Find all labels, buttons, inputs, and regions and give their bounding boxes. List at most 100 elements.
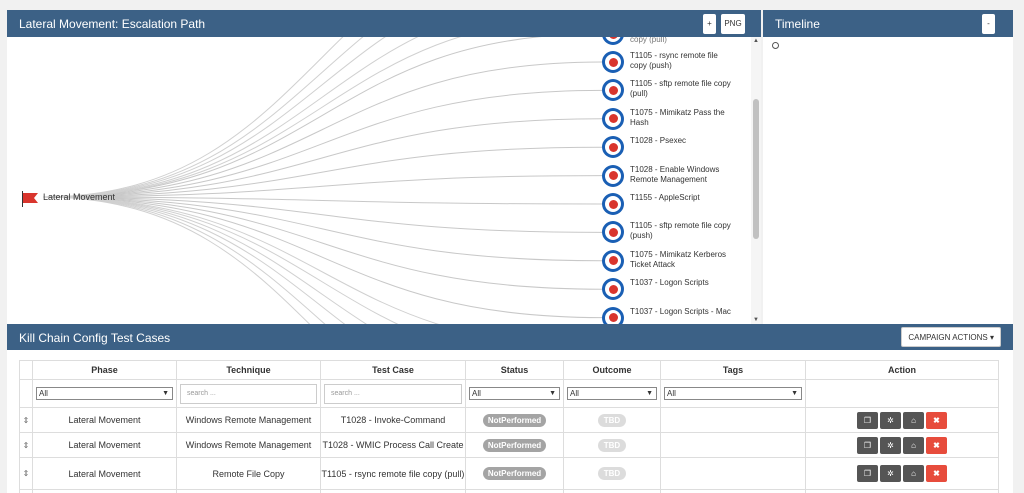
technique-label: T1075 - Mimikatz Pass the Hash — [630, 107, 725, 127]
flag-icon — [22, 191, 38, 207]
cell-technique: Windows Remote Management — [176, 432, 321, 458]
graph-scrollbar[interactable]: ▲ ▼ — [751, 37, 761, 324]
gear-icon: ✲ — [887, 440, 894, 450]
technique-label: T1037 - Logon Scripts - Mac — [630, 306, 731, 316]
graph-edge — [42, 37, 386, 198]
technique-label: T1028 - Enable Windows Remote Management — [630, 164, 720, 184]
drag-handle-icon[interactable] — [19, 489, 33, 493]
technique-label: copy (pull) — [630, 37, 667, 44]
caret-down-icon: ▾ — [989, 333, 994, 342]
delete-button[interactable]: ✖ — [926, 436, 947, 454]
technique-label: T1105 - rsync remote file copy (push) — [630, 51, 718, 70]
column-test-case[interactable]: Test Case — [320, 360, 466, 380]
cell-test-case[interactable]: T1105 - rsync remote file copy (pull) — [320, 457, 466, 490]
copy-button[interactable]: ❐ — [857, 411, 878, 429]
killchain-panel-header: Kill Chain Config Test Cases CAMPAIGN AC… — [7, 324, 1013, 350]
table-row-partial[interactable] — [19, 489, 999, 493]
technique-search-input[interactable]: search ... — [180, 383, 317, 404]
table-row[interactable]: ⇕ Lateral Movement Windows Remote Manageme… — [19, 407, 999, 433]
cell-actions: ❐ ✲ ⌂ ✖ — [805, 432, 999, 458]
graph-edge — [42, 196, 399, 324]
cell-test-case[interactable]: T1028 - Invoke-Command — [320, 407, 466, 433]
drag-handle-icon[interactable]: ⇕ — [19, 432, 33, 458]
outcome-badge: TBD — [597, 438, 627, 452]
cell-tags — [660, 457, 806, 490]
scroll-up-icon[interactable]: ▲ — [752, 37, 760, 45]
tags-filter-value: All — [667, 389, 676, 398]
settings-button[interactable]: ✲ — [880, 436, 901, 454]
status-filter-value: All — [472, 389, 481, 398]
tags-button[interactable]: ⌂ — [903, 436, 924, 454]
target-icon — [602, 306, 624, 324]
settings-button[interactable]: ✲ — [880, 411, 901, 429]
status-badge: NotPerformed — [482, 467, 547, 480]
testcase-search-input[interactable]: search ... — [324, 383, 462, 404]
filter-spacer — [19, 379, 33, 408]
graph-edge — [42, 37, 364, 198]
scrollbar-thumb[interactable] — [753, 99, 759, 239]
tags-button[interactable]: ⌂ — [903, 411, 924, 429]
technique-label: T1075 - Mimikatz Kerberos Ticket Attack — [630, 249, 727, 269]
timeline-marker-icon — [772, 42, 779, 49]
column-tags[interactable]: Tags — [660, 360, 806, 380]
cell-technique: Windows Remote Management — [176, 407, 321, 433]
drag-handle-icon[interactable]: ⇕ — [19, 457, 33, 490]
delete-icon: ✖ — [933, 440, 940, 450]
cell-actions — [805, 489, 999, 493]
target-icon — [602, 164, 624, 187]
column-status[interactable]: Status — [465, 360, 564, 380]
graph-edge — [42, 196, 367, 324]
target-icon — [602, 107, 624, 130]
testcases-table: Phase Technique Test Case Status Outcome… — [19, 360, 999, 493]
campaign-actions-button[interactable]: CAMPAIGN ACTIONS ▾ — [901, 327, 1001, 347]
outcome-filter-select[interactable]: All ▼ — [567, 387, 657, 400]
cell-phase: Lateral Movement — [32, 432, 177, 458]
column-technique[interactable]: Technique — [176, 360, 321, 380]
collapse-button[interactable]: - — [982, 14, 995, 34]
column-outcome[interactable]: Outcome — [563, 360, 661, 380]
delete-icon: ✖ — [933, 469, 940, 478]
table-row[interactable]: ⇕ Lateral Movement Remote File Copy T1105 -… — [19, 457, 999, 490]
escalation-graph[interactable]: copy (pull) T1105 - rsync remote file co… — [7, 37, 761, 324]
column-action: Action — [805, 360, 999, 380]
status-filter-select[interactable]: All ▼ — [469, 387, 560, 400]
table-row[interactable]: ⇕ Lateral Movement Windows Remote Manageme… — [19, 432, 999, 458]
phase-filter-select[interactable]: All ▼ — [36, 387, 173, 400]
copy-icon: ❐ — [863, 415, 872, 425]
graph-edge — [42, 196, 603, 290]
cell-status: NotPerformed — [465, 457, 564, 490]
gear-icon: ✲ — [887, 415, 894, 425]
cell-tags — [660, 432, 806, 458]
delete-button[interactable]: ✖ — [926, 411, 947, 429]
cell-test-case[interactable]: T1028 - WMIC Process Call Create — [320, 432, 466, 458]
technique-label: T1037 - Logon Scripts — [630, 278, 709, 288]
tags-button[interactable]: ⌂ — [903, 465, 924, 482]
expand-button[interactable]: + — [703, 14, 716, 34]
cell-actions: ❐ ✲ ⌂ ✖ — [805, 407, 999, 433]
delete-button[interactable]: ✖ — [926, 465, 947, 482]
outcome-filter-value: All — [570, 389, 579, 398]
timeline-panel-header: Timeline - — [763, 10, 1013, 37]
column-phase[interactable]: Phase — [32, 360, 177, 380]
timeline-title: Timeline — [775, 17, 820, 31]
filter-spacer — [805, 379, 999, 408]
chevron-down-icon: ▼ — [162, 390, 169, 397]
tags-icon: ⌂ — [911, 440, 916, 450]
scroll-down-icon[interactable]: ▼ — [752, 316, 760, 324]
campaign-actions-label: CAMPAIGN ACTIONS — [908, 333, 988, 342]
graph-edge — [42, 196, 311, 324]
settings-button[interactable]: ✲ — [880, 465, 901, 482]
filter-row: All ▼ search ... search ... All ▼ All ▼ All… — [19, 379, 999, 408]
copy-button[interactable]: ❐ — [857, 465, 878, 482]
target-icon — [602, 249, 624, 272]
copy-button[interactable]: ❐ — [857, 436, 878, 454]
target-icon — [602, 51, 624, 73]
png-export-button[interactable]: PNG — [721, 14, 745, 34]
drag-handle-icon[interactable]: ⇕ — [19, 407, 33, 433]
tags-filter-select[interactable]: All ▼ — [664, 387, 802, 400]
graph-edge — [42, 37, 344, 198]
graph-edge — [42, 89, 603, 198]
phase-filter-value: All — [39, 389, 48, 398]
cell-actions: ❐ ✲ ⌂ ✖ — [805, 457, 999, 490]
cell-status: NotPerformed — [465, 432, 564, 458]
